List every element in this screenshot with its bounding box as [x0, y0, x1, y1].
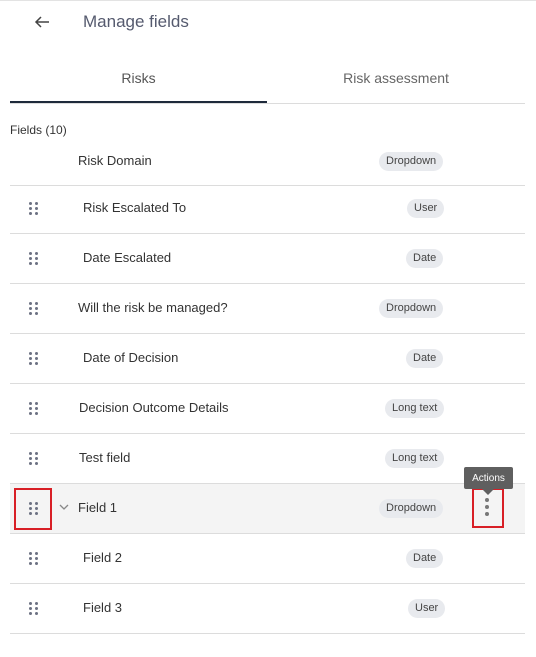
- field-name: Date Escalated: [83, 250, 172, 265]
- field-row[interactable]: Field 2 Date: [10, 534, 525, 584]
- active-tab-indicator: [10, 101, 267, 103]
- field-name: Risk Escalated To: [83, 200, 187, 215]
- field-row[interactable]: Date of Decision Date: [10, 334, 525, 384]
- drag-handle-icon[interactable]: [28, 252, 40, 266]
- field-row: Risk Domain Dropdown: [10, 136, 525, 186]
- field-row-highlighted[interactable]: Field 1 Dropdown: [10, 484, 525, 534]
- field-name: Risk Domain: [78, 153, 152, 168]
- field-row[interactable]: Field 3 User: [10, 584, 525, 634]
- page-title: Manage fields: [83, 12, 189, 31]
- actions-tooltip: Actions: [464, 467, 513, 489]
- drag-handle-icon[interactable]: [28, 402, 40, 416]
- field-name: Test field: [79, 450, 131, 465]
- field-type-badge: Date: [406, 349, 444, 368]
- field-row[interactable]: Date Escalated Date: [10, 234, 525, 284]
- drag-handle-icon[interactable]: [28, 352, 40, 366]
- field-row[interactable]: Will the risk be managed? Dropdown: [10, 284, 525, 334]
- field-row[interactable]: Decision Outcome Details Long text: [10, 384, 525, 434]
- drag-handle-icon[interactable]: [28, 602, 40, 616]
- field-name: Will the risk be managed?: [78, 300, 228, 315]
- field-name: Decision Outcome Details: [79, 400, 229, 415]
- drag-handle-icon[interactable]: [28, 552, 40, 566]
- field-type-badge: User: [407, 199, 445, 218]
- arrow-left-icon: [34, 16, 49, 28]
- field-type-badge: Date: [406, 549, 444, 568]
- field-type-badge: Dropdown: [379, 299, 444, 318]
- field-type-badge: Long text: [385, 399, 445, 418]
- tooltip-arrow: [482, 489, 494, 495]
- field-row[interactable]: Test field Long text: [10, 434, 525, 484]
- field-name: Field 2: [83, 550, 123, 565]
- field-type-badge: Dropdown: [379, 499, 444, 518]
- field-type-badge: Long text: [385, 449, 445, 468]
- tab-risk-assessment[interactable]: Risk assessment: [267, 60, 525, 104]
- field-type-badge: User: [408, 599, 446, 618]
- tab-bar: Risks Risk assessment: [10, 60, 525, 104]
- field-name: Date of Decision: [83, 350, 179, 365]
- drag-handle-highlight-box: [14, 488, 52, 530]
- drag-handle-icon[interactable]: [28, 302, 40, 316]
- fields-count: Fields (10): [10, 123, 67, 137]
- drag-handle-icon[interactable]: [28, 452, 40, 466]
- field-row[interactable]: Risk Escalated To User: [10, 184, 525, 234]
- header: Manage fields: [0, 0, 536, 45]
- chevron-down-icon[interactable]: [57, 500, 71, 514]
- field-name: Field 1: [78, 500, 118, 515]
- field-name: Field 3: [83, 600, 123, 615]
- back-button[interactable]: [30, 10, 54, 34]
- field-type-badge: Dropdown: [379, 152, 444, 171]
- drag-handle-icon[interactable]: [28, 202, 40, 216]
- field-type-badge: Date: [406, 249, 444, 268]
- tab-risks[interactable]: Risks: [10, 60, 267, 104]
